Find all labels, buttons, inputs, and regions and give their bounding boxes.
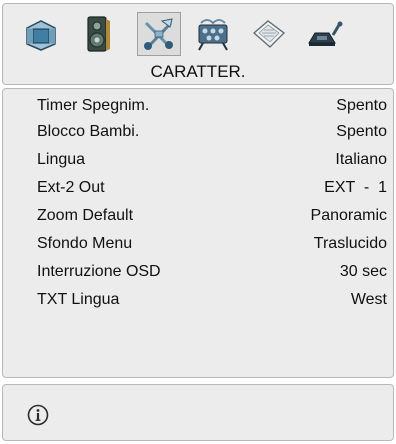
setting-label: TXT Lingua <box>37 291 120 308</box>
info-panel <box>2 384 394 441</box>
setup-icon[interactable] <box>301 12 345 56</box>
setting-value[interactable]: EXT - 1 <box>324 179 387 197</box>
setting-label: Ext-2 Out <box>37 179 105 196</box>
menu-icon-row <box>3 12 393 56</box>
setting-value[interactable]: West <box>351 291 387 309</box>
setting-label: Interruzione OSD <box>37 263 161 280</box>
setting-row-zoom-default[interactable]: Zoom Default Panoramic <box>37 203 387 229</box>
setting-row-ext2-out[interactable]: Ext-2 Out EXT - 1 <box>37 175 387 201</box>
setting-label: Sfondo Menu <box>37 235 133 252</box>
setting-value[interactable]: Spento <box>336 97 387 115</box>
setting-label: Timer Spegnim. <box>37 97 150 114</box>
setting-row-child-lock[interactable]: Blocco Bambi. Spento <box>37 119 387 145</box>
setting-value[interactable]: Panoramic <box>311 207 387 225</box>
setting-label: Zoom Default <box>37 207 134 224</box>
sound-icon[interactable] <box>75 12 119 56</box>
setting-value[interactable]: Traslucido <box>314 235 387 253</box>
setting-label: Lingua <box>37 151 86 168</box>
setting-row-sleep-timer[interactable]: Timer Spegnim. Spento <box>37 93 387 119</box>
features-icon[interactable] <box>137 12 181 56</box>
source-icon[interactable] <box>247 12 291 56</box>
setting-row-menu-background[interactable]: Sfondo Menu Traslucido <box>37 231 387 257</box>
picture-icon[interactable] <box>19 12 63 56</box>
install-icon[interactable] <box>191 12 235 56</box>
setting-row-language[interactable]: Lingua Italiano <box>37 147 387 173</box>
setting-value[interactable]: Spento <box>336 123 387 141</box>
setting-row-txt-language[interactable]: TXT Lingua West <box>37 287 387 313</box>
setting-value[interactable]: 30 sec <box>340 263 387 281</box>
setting-value[interactable]: Italiano <box>335 151 387 169</box>
settings-panel: Timer Spegnim. Spento Blocco Bambi. Spen… <box>2 88 394 378</box>
info-icon <box>27 404 49 426</box>
setting-row-osd-timeout[interactable]: Interruzione OSD 30 sec <box>37 259 387 285</box>
setting-label: Blocco Bambi. <box>37 123 140 140</box>
menu-title: CARATTER. <box>150 62 246 81</box>
menu-header-panel: CARATTER. <box>2 3 394 85</box>
